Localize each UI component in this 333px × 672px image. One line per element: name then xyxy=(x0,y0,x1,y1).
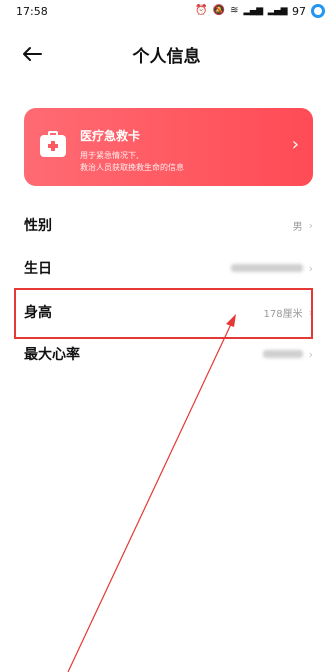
header: 个人信息 xyxy=(0,34,333,74)
row-birthday[interactable]: 生日 › xyxy=(24,248,313,288)
annotation-highlight-box xyxy=(14,288,313,339)
wifi-icon: ≋ xyxy=(230,5,239,16)
chevron-right-icon: › xyxy=(308,218,313,232)
status-icons: ⏰ 🔕 ≋ ▂▄▆ ▂▄▆ 97 xyxy=(195,4,325,18)
first-aid-kit-icon xyxy=(40,131,66,157)
status-bar: 17:58 ⏰ 🔕 ≋ ▂▄▆ ▂▄▆ 97 xyxy=(0,0,333,22)
chevron-right-icon: › xyxy=(291,134,299,155)
chevron-right-icon: › xyxy=(308,261,313,275)
row-label-birthday: 生日 xyxy=(24,261,52,277)
row-value-gender: 男 xyxy=(292,221,303,233)
row-gender[interactable]: 性别 男 › xyxy=(24,205,313,245)
mute-icon: 🔕 xyxy=(212,5,226,16)
chevron-right-icon: › xyxy=(308,347,313,361)
alarm-icon: ⏰ xyxy=(195,5,208,16)
signal-icon-2: ▂▄▆ xyxy=(267,6,288,16)
emergency-card[interactable]: 医疗急救卡 用于紧急情况下, 救治人员获取挽救生命的信息 › xyxy=(24,108,313,186)
row-label-gender: 性别 xyxy=(24,218,52,234)
card-description-line2: 救治人员获取挽救生命的信息 xyxy=(80,163,184,172)
assistant-ring-icon xyxy=(311,4,325,18)
signal-icon: ▂▄▆ xyxy=(243,6,263,16)
row-value-birthday-redacted xyxy=(230,264,303,272)
row-label-max-heart-rate: 最大心率 xyxy=(24,347,80,363)
card-description-line1: 用于紧急情况下, xyxy=(80,151,139,160)
page-title: 个人信息 xyxy=(132,47,201,67)
status-time: 17:58 xyxy=(16,4,48,18)
battery-level: 97 xyxy=(292,4,306,18)
row-value-max-heart-rate-redacted xyxy=(262,350,303,358)
row-max-heart-rate[interactable]: 最大心率 › xyxy=(24,334,313,374)
card-title: 医疗急救卡 xyxy=(80,129,141,143)
